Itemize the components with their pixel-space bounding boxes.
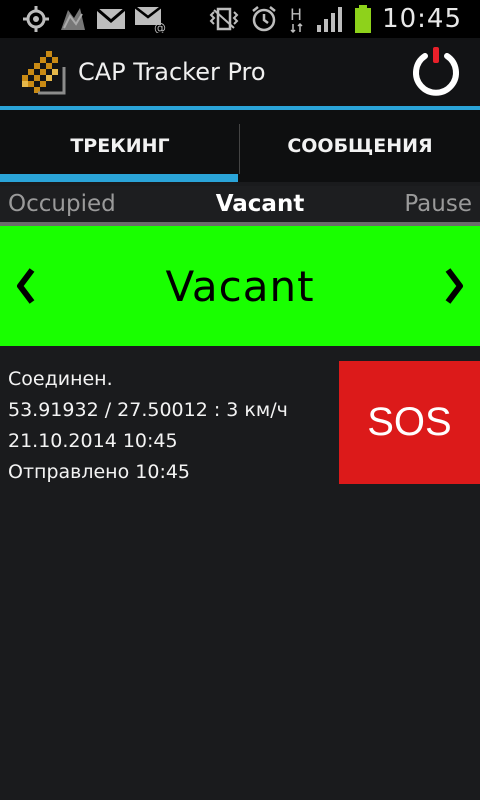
gps-icon	[22, 5, 50, 33]
status-option-pause[interactable]: Pause	[396, 191, 480, 217]
chevron-left-icon[interactable]	[14, 266, 38, 306]
tab-tracking-label: ТРЕКИНГ	[70, 135, 170, 157]
svg-text:H: H	[290, 5, 302, 24]
signal-icon	[316, 5, 344, 33]
chevron-right-icon[interactable]	[442, 266, 466, 306]
app-bar: CAP Tracker Pro	[0, 38, 480, 110]
connection-status: Соединен.	[8, 368, 113, 390]
app-notification-icon	[58, 4, 88, 34]
vibrate-icon	[208, 6, 240, 32]
current-status-label: Vacant	[165, 261, 315, 311]
sos-button[interactable]: SOS	[339, 361, 480, 484]
status-bar: @ H 10:45	[0, 0, 480, 38]
tab-tracking[interactable]: ТРЕКИНГ	[0, 110, 240, 182]
notification-icons: @	[0, 4, 166, 34]
svg-text:@: @	[154, 21, 166, 33]
gmail-icon	[96, 7, 126, 31]
last-sent-readout: Отправлено 10:45	[8, 461, 191, 483]
alarm-icon	[250, 5, 278, 33]
tracking-info: Соединен. 53.91932 / 27.50012 : 3 км/ч 2…	[8, 364, 288, 488]
tab-selected-indicator	[0, 174, 238, 182]
location-readout: 53.91932 / 27.50012 : 3 км/ч	[8, 399, 288, 421]
app-logo-icon	[22, 51, 66, 95]
tab-messages-label: СООБЩЕНИЯ	[287, 135, 433, 157]
tab-divider	[239, 124, 240, 174]
email-icon: @	[134, 5, 166, 33]
power-button[interactable]	[408, 44, 464, 100]
app-title: CAP Tracker Pro	[78, 58, 266, 86]
system-icons: H 10:45	[208, 0, 462, 38]
current-status-panel[interactable]: Vacant	[0, 226, 480, 346]
battery-icon	[354, 4, 372, 34]
sos-button-label: SOS	[367, 400, 452, 444]
status-option-occupied[interactable]: Occupied	[0, 191, 124, 217]
tab-messages[interactable]: СООБЩЕНИЯ	[240, 110, 480, 182]
network-h-icon: H	[288, 4, 306, 34]
clock: 10:45	[382, 4, 462, 34]
status-selector[interactable]: Occupied Vacant Pause	[0, 186, 480, 222]
status-option-current: Vacant	[215, 191, 305, 217]
tab-bar: ТРЕКИНГ СООБЩЕНИЯ	[0, 110, 480, 182]
datetime-readout: 21.10.2014 10:45	[8, 430, 178, 452]
